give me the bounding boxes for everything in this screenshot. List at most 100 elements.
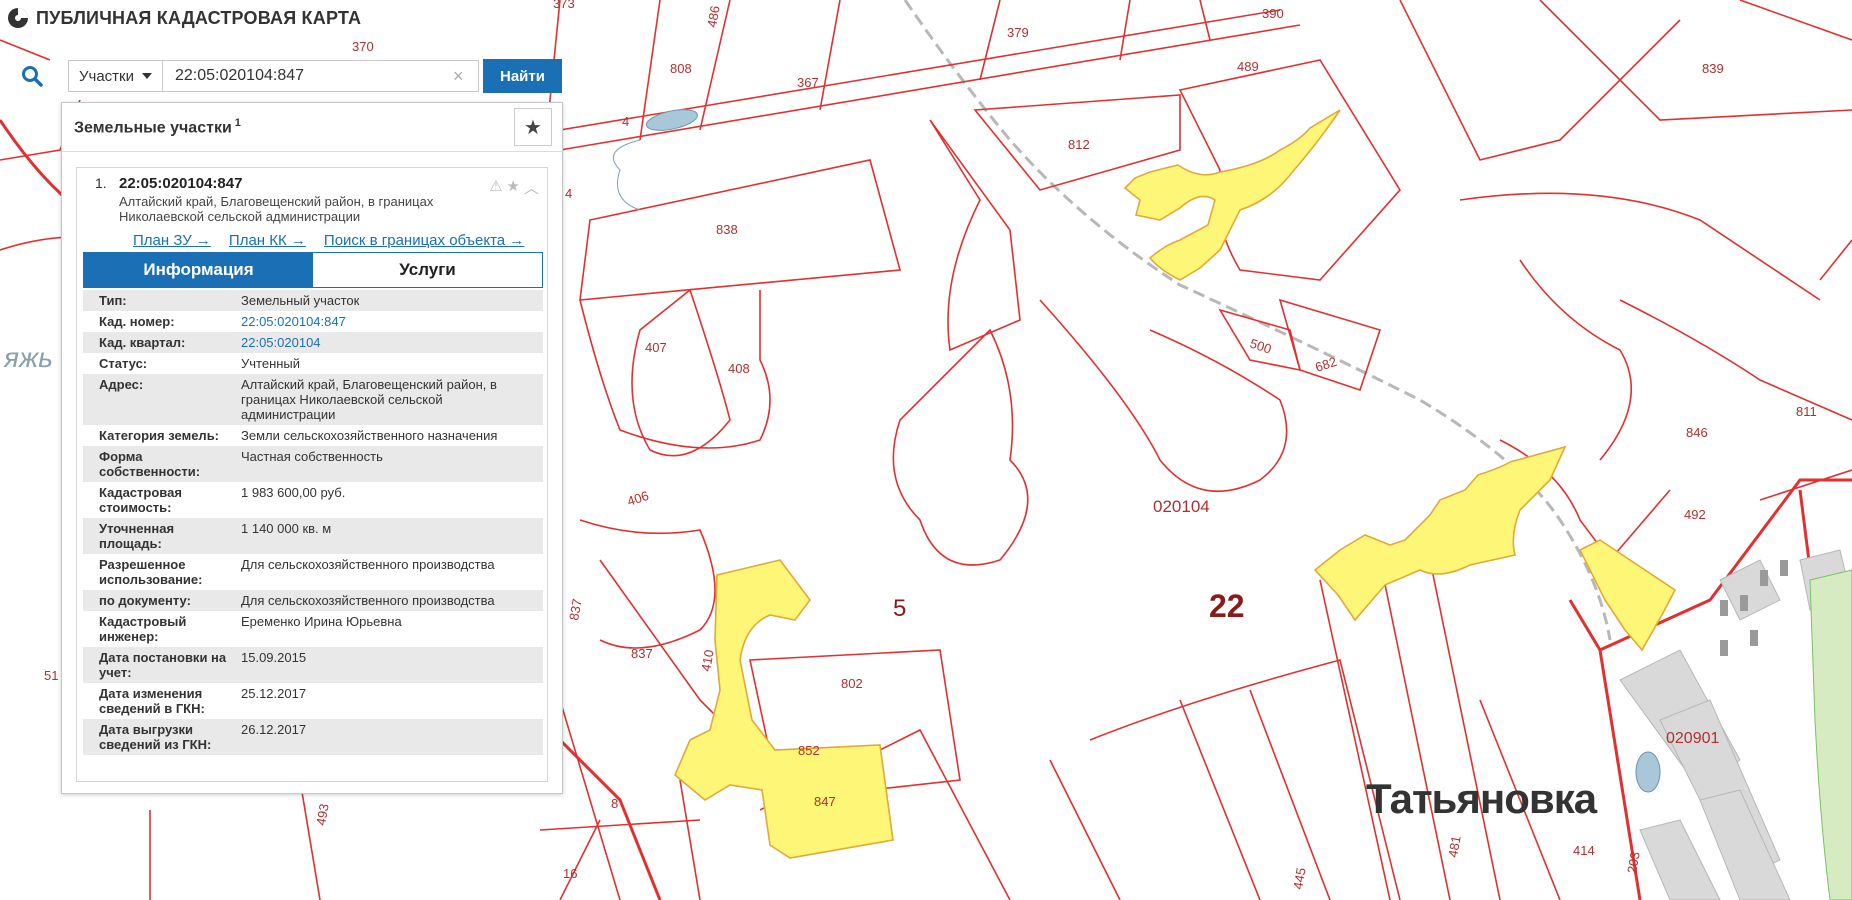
info-value: 25.12.2017 — [241, 686, 307, 701]
info-key: Статус: — [99, 356, 148, 371]
plot-label[interactable]: 852 — [798, 743, 820, 758]
info-value: Еременко Ирина Юрьевна — [241, 614, 402, 629]
info-key: Кад. квартал: — [99, 335, 186, 350]
search-within-link[interactable]: Поиск в границах объекта → — [324, 232, 524, 249]
plot-label[interactable]: 16 — [563, 866, 577, 881]
plot-label[interactable]: 407 — [645, 340, 667, 355]
plot-label[interactable]: 367 — [797, 75, 819, 90]
table-row: по документу: Для сельскохозяйственного п… — [83, 590, 543, 611]
result-count: 1 — [234, 116, 241, 129]
plot-label[interactable]: 492 — [1684, 507, 1706, 522]
info-value: 1 983 600,00 руб. — [241, 485, 346, 500]
plot-label[interactable]: 847 — [814, 794, 836, 809]
search-icon[interactable] — [14, 60, 50, 92]
table-row: Дата изменения сведений в ГКН: 25.12.2017 — [83, 683, 543, 719]
plot-label[interactable]: 414 — [1573, 843, 1595, 858]
chevron-down-icon — [142, 73, 152, 79]
info-key: Категория земель: — [99, 428, 220, 443]
plot-label[interactable]: 838 — [716, 222, 738, 237]
table-row: Кад. квартал: 22:05:020104 — [83, 332, 543, 353]
search-bar: Участки × Найти — [14, 59, 562, 93]
result-tabs: Информация Услуги — [83, 252, 543, 288]
result-cad-number[interactable]: 22:05:020104:847 — [119, 175, 479, 192]
tab-info[interactable]: Информация — [84, 253, 313, 287]
region-label[interactable]: 22 — [1209, 588, 1245, 624]
plot-label[interactable]: 808 — [670, 61, 692, 76]
table-row: Дата постановки на учет: 15.09.2015 — [83, 647, 543, 683]
close-icon[interactable]: × — [453, 67, 467, 85]
info-key: Дата постановки на учет: — [99, 650, 227, 680]
town-label: Татьяновка — [1366, 775, 1597, 822]
results-panel: Земельные участки 1 ★ 1. 22:05:020104:847… — [61, 102, 563, 794]
warning-icon[interactable]: ⚠ — [489, 177, 502, 198]
plot-label[interactable]: 373 — [553, 0, 575, 11]
info-key: Тип: — [99, 293, 127, 308]
app-header: ПУБЛИЧНАЯ КАДАСТРОВАЯ КАРТА — [6, 6, 361, 30]
table-row: Кадастровая стоимость: 1 983 600,00 руб. — [83, 482, 543, 518]
plot-label[interactable]: 489 — [1237, 59, 1259, 74]
info-table: Тип: Земельный участок Кад. номер: 22:05:0… — [83, 290, 543, 755]
info-key: Кад. номер: — [99, 314, 175, 329]
table-row: Категория земель: Земли сельскохозяйствен… — [83, 425, 543, 446]
info-value: Для сельскохозяйственного производства — [241, 593, 495, 608]
search-type-select[interactable]: Участки — [68, 60, 163, 92]
info-value: Алтайский край, Благовещенский район, в … — [241, 377, 497, 422]
info-value: 26.12.2017 — [241, 722, 307, 737]
tab-services[interactable]: Услуги — [313, 253, 542, 287]
plot-label[interactable]: 846 — [1686, 425, 1708, 440]
star-icon[interactable]: ★ — [507, 177, 520, 198]
plot-label[interactable]: 4 — [565, 186, 572, 201]
result-actions: ⚠ ★ ︿ — [489, 177, 539, 198]
plot-label[interactable]: 379 — [1007, 25, 1029, 40]
plot-label[interactable]: 812 — [1068, 137, 1090, 152]
cad-number-link[interactable]: 22:05:020104:847 — [241, 314, 346, 329]
quarter-label[interactable]: 020901 — [1666, 730, 1719, 747]
info-key: Уточненная площадь: — [99, 521, 175, 551]
table-row: Уточненная площадь: 1 140 000 кв. м — [83, 518, 543, 554]
info-key: Кадастровый инженер: — [99, 614, 187, 644]
chevron-up-icon[interactable]: ︿ — [524, 177, 539, 198]
app-title: ПУБЛИЧНАЯ КАДАСТРОВАЯ КАРТА — [36, 7, 362, 28]
plot-label[interactable]: 837 — [631, 646, 653, 661]
result-number: 1. — [95, 175, 107, 191]
info-value: Учтенный — [241, 356, 301, 371]
result-address: Алтайский край, Благовещенский район, в … — [119, 194, 434, 224]
find-button[interactable]: Найти — [483, 59, 562, 93]
logo-icon — [8, 8, 28, 28]
plot-label[interactable]: 8 — [611, 796, 618, 811]
search-type-label: Участки — [79, 67, 134, 85]
panel-header: Земельные участки 1 ★ — [62, 103, 562, 152]
info-key: Форма собственности: — [99, 449, 201, 479]
district-label[interactable]: 5 — [893, 595, 906, 622]
search-input[interactable] — [163, 60, 479, 92]
plot-label[interactable]: 51 — [44, 668, 58, 683]
info-key: Дата изменения сведений в ГКН: — [99, 686, 205, 716]
favorites-button[interactable]: ★ — [514, 108, 552, 146]
table-row: Адрес: Алтайский край, Благовещенский рай… — [83, 374, 543, 425]
plot-label[interactable]: 839 — [1702, 61, 1724, 76]
result-header: 22:05:020104:847 Алтайский край, Благове… — [119, 175, 479, 224]
info-value: Частная собственность — [241, 449, 383, 464]
plot-label[interactable]: 4 — [622, 114, 629, 129]
plan-zu-link[interactable]: План ЗУ → — [133, 232, 211, 249]
cad-quarter-link[interactable]: 22:05:020104 — [241, 335, 321, 350]
table-row: Разрешенное использование: Для сельскохоз… — [83, 554, 543, 590]
plot-label[interactable]: 408 — [728, 361, 750, 376]
plot-label[interactable]: 370 — [352, 39, 374, 54]
info-value: 15.09.2015 — [241, 650, 307, 665]
info-value: Для сельскохозяйственного производства — [241, 557, 495, 572]
place-label: яжь — [3, 342, 53, 373]
plan-kk-link[interactable]: План КК → — [229, 232, 306, 249]
info-key: Адрес: — [99, 377, 144, 392]
star-icon: ★ — [524, 116, 542, 139]
plot-label[interactable]: 390 — [1262, 6, 1284, 21]
result-card: 1. 22:05:020104:847 Алтайский край, Благ… — [76, 167, 548, 782]
plot-label[interactable]: 802 — [841, 676, 863, 691]
quarter-label[interactable]: 020104 — [1153, 497, 1210, 516]
info-value: 1 140 000 кв. м — [241, 521, 332, 536]
plot-label[interactable]: 811 — [1796, 404, 1817, 419]
info-key: Дата выгрузки сведений из ГКН: — [99, 722, 212, 752]
table-row: Кадастровый инженер: Еременко Ирина Юрьев… — [83, 611, 543, 647]
info-value: Земли сельскохозяйственного назначения — [241, 428, 498, 443]
info-key: по документу: — [99, 593, 191, 608]
